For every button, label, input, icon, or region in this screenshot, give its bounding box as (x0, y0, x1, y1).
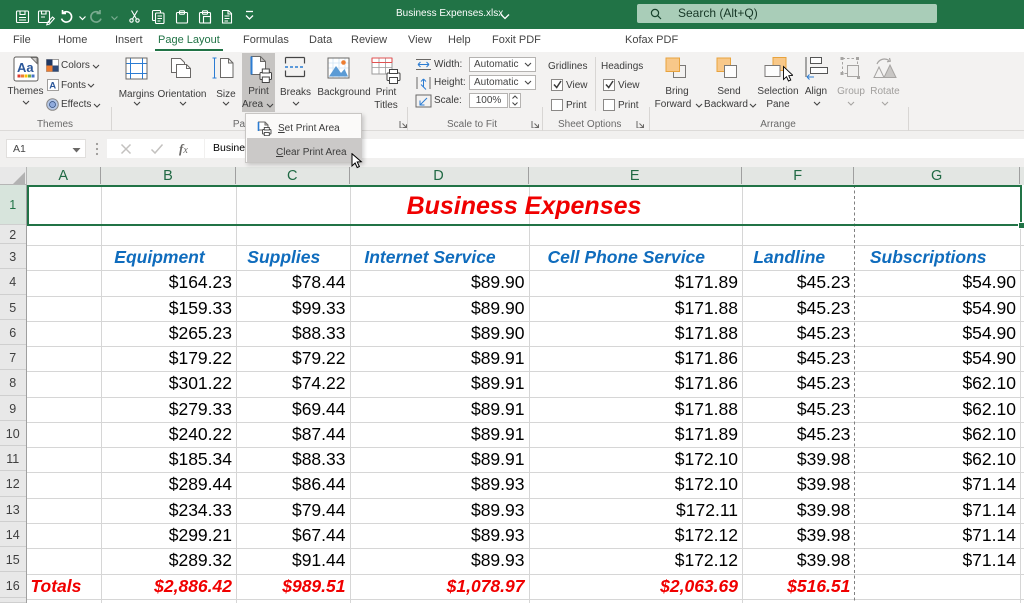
svg-text:Aa: Aa (17, 60, 34, 75)
svg-text:A: A (49, 80, 56, 91)
